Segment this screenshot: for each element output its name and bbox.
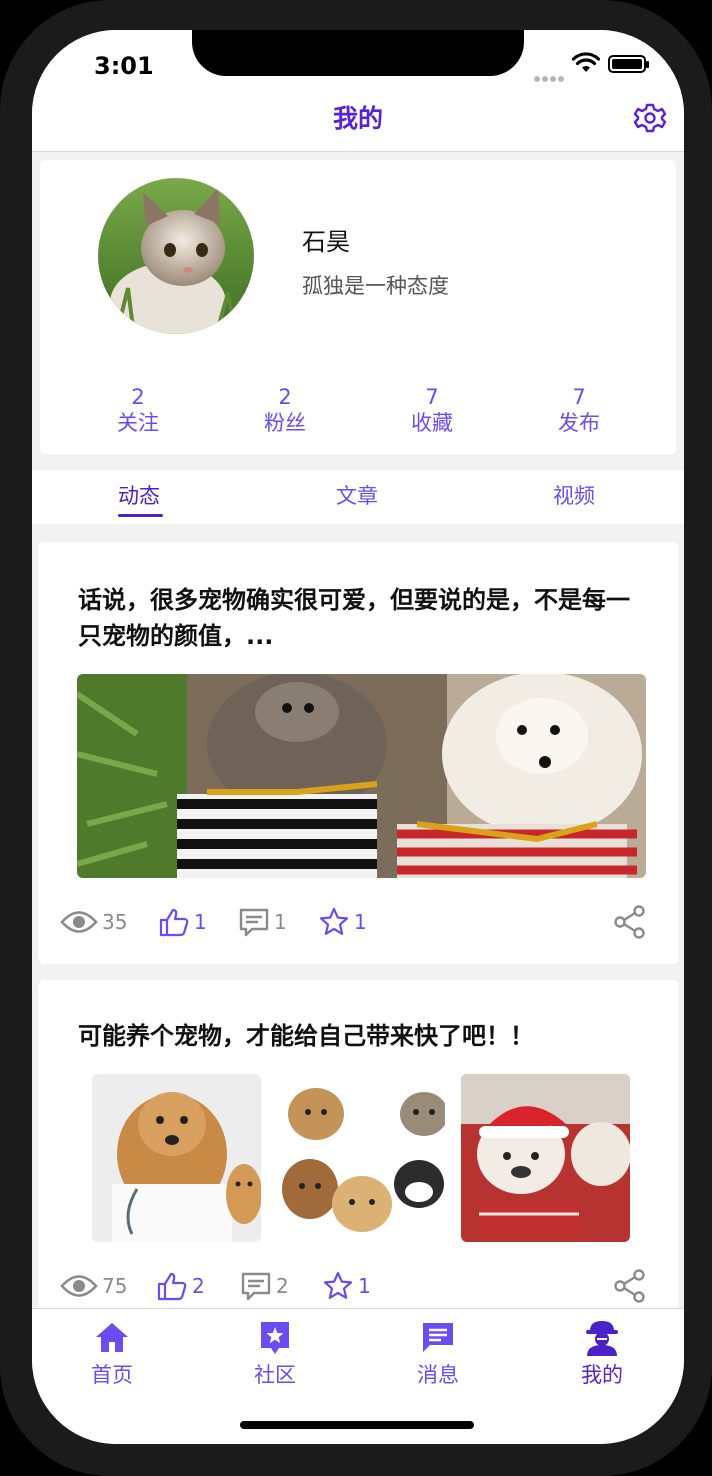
favorites-value: 1 xyxy=(358,1274,371,1298)
star-icon xyxy=(323,1271,353,1299)
post-card[interactable]: 可能养个宠物，才能给自己带来快了吧！！ 75 2 2 1 xyxy=(38,980,678,1320)
comment-icon xyxy=(239,908,269,937)
bottom-tab-bar: 首页 社区 消息 我的 xyxy=(32,1308,684,1444)
comments-value: 1 xyxy=(274,910,287,934)
stat-label: 收藏 xyxy=(411,411,453,435)
comment-button[interactable]: 2 xyxy=(240,1268,289,1304)
favorites-value: 1 xyxy=(354,910,367,934)
favorite-button[interactable]: 1 xyxy=(318,904,367,940)
stat-published[interactable]: 7 发布 xyxy=(519,384,639,436)
tabbar-profile[interactable]: 我的 xyxy=(552,1319,652,1389)
notch xyxy=(192,30,524,76)
stat-value: 2 xyxy=(131,385,145,409)
stat-followers[interactable]: 2 粉丝 xyxy=(225,384,345,436)
settings-gear-icon[interactable] xyxy=(632,100,668,140)
post-card[interactable]: 话说，很多宠物确实很可爱，但要说的是，不是每一只宠物的颜值，... 35 1 1… xyxy=(38,542,678,964)
comment-icon xyxy=(241,1272,271,1301)
eye-icon xyxy=(60,911,98,933)
comment-button[interactable]: 1 xyxy=(238,904,287,940)
likes-value: 2 xyxy=(192,1274,205,1298)
content-tabs: 动态 文章 视频 xyxy=(32,470,684,524)
view-count: 75 xyxy=(60,1268,127,1304)
nav-bar: 我的 xyxy=(32,100,684,152)
profile-stats: 2 关注 2 粉丝 7 收藏 7 发布 xyxy=(40,384,676,444)
active-tab-indicator xyxy=(118,514,163,517)
post-image-poodles[interactable] xyxy=(77,674,646,878)
favorite-button[interactable]: 1 xyxy=(322,1268,371,1304)
views-value: 75 xyxy=(102,1274,128,1298)
share-icon[interactable] xyxy=(612,904,648,944)
thumbs-up-icon xyxy=(157,1272,187,1301)
tab-moments[interactable]: 动态 xyxy=(118,480,160,510)
page-title: 我的 xyxy=(332,104,383,133)
stat-label: 关注 xyxy=(117,411,159,435)
post-text: 可能养个宠物，才能给自己带来快了吧！！ xyxy=(78,1022,534,1050)
status-time: 3:01 xyxy=(94,52,154,80)
wifi-icon xyxy=(571,52,601,78)
screen: 3:01 我的 石昊 孤独是一种态度 2 关注 2 粉丝 7 收藏 7 发布 动… xyxy=(32,30,684,1444)
profile-card: 石昊 孤独是一种态度 2 关注 2 粉丝 7 收藏 7 发布 xyxy=(40,160,676,454)
tabbar-home[interactable]: 首页 xyxy=(62,1319,162,1389)
tabbar-label: 我的 xyxy=(581,1363,623,1387)
tab-videos[interactable]: 视频 xyxy=(553,480,595,510)
share-icon[interactable] xyxy=(612,1268,648,1308)
stat-value: 7 xyxy=(425,385,439,409)
stat-value: 7 xyxy=(572,385,586,409)
like-button[interactable]: 1 xyxy=(158,904,207,940)
tab-articles[interactable]: 文章 xyxy=(336,480,378,510)
views-value: 35 xyxy=(102,910,128,934)
community-icon xyxy=(225,1319,325,1357)
signal-icon xyxy=(534,67,566,86)
post-actions: 75 2 2 1 xyxy=(38,1268,678,1304)
post-image-bulldog-santa[interactable] xyxy=(461,1074,630,1242)
tabbar-messages[interactable]: 消息 xyxy=(388,1319,488,1389)
eye-icon xyxy=(60,1275,98,1297)
stat-following[interactable]: 2 关注 xyxy=(78,384,198,436)
post-image-golden-retriever[interactable] xyxy=(92,1074,261,1242)
post-image-puppies-kittens[interactable] xyxy=(276,1074,445,1242)
like-button[interactable]: 2 xyxy=(156,1268,205,1304)
user-signature: 孤独是一种态度 xyxy=(302,274,449,298)
stat-label: 发布 xyxy=(558,411,600,435)
stat-favorites[interactable]: 7 收藏 xyxy=(372,384,492,436)
tabbar-community[interactable]: 社区 xyxy=(225,1319,325,1389)
likes-value: 1 xyxy=(194,910,207,934)
stat-value: 2 xyxy=(278,385,292,409)
tabbar-label: 首页 xyxy=(91,1363,133,1387)
tabbar-label: 消息 xyxy=(417,1363,459,1387)
thumbs-up-icon xyxy=(159,908,189,937)
comments-value: 2 xyxy=(276,1274,289,1298)
post-text: 话说，很多宠物确实很可爱，但要说的是，不是每一只宠物的颜值，... xyxy=(78,586,630,650)
stat-label: 粉丝 xyxy=(264,411,306,435)
home-indicator[interactable] xyxy=(240,1421,474,1429)
battery-icon xyxy=(608,55,649,73)
tabbar-label: 社区 xyxy=(254,1363,296,1387)
post-actions: 35 1 1 1 xyxy=(38,904,678,940)
avatar[interactable] xyxy=(98,178,254,334)
profile-icon xyxy=(552,1319,652,1357)
star-icon xyxy=(319,907,349,935)
message-icon xyxy=(388,1319,488,1357)
username: 石昊 xyxy=(302,228,350,256)
view-count: 35 xyxy=(60,904,127,940)
home-icon xyxy=(62,1319,162,1357)
